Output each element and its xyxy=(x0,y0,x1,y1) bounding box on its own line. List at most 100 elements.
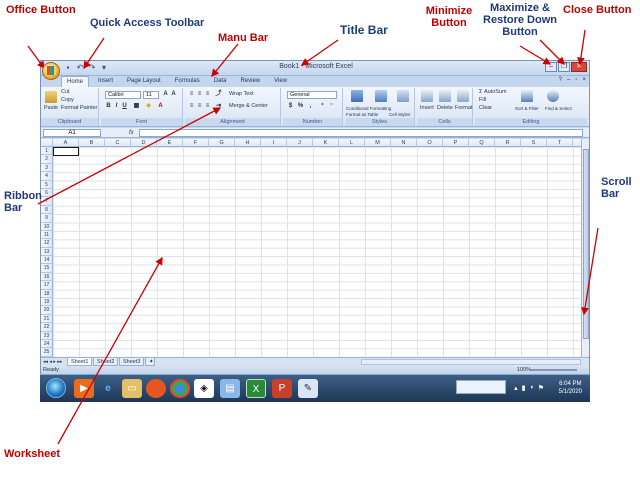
row-header[interactable]: 24 xyxy=(41,339,53,349)
row-header[interactable]: 10 xyxy=(41,222,53,231)
column-header[interactable]: T xyxy=(547,139,573,147)
column-header[interactable]: O xyxy=(417,139,443,147)
indent-icon[interactable]: ⇥ xyxy=(215,103,222,110)
font-size-select[interactable]: 11 xyxy=(143,91,159,99)
workbook-close-icon[interactable]: × xyxy=(582,77,586,83)
underline-icon[interactable]: U xyxy=(121,103,128,110)
delete-cells-icon[interactable] xyxy=(439,90,451,102)
save-icon[interactable]: ▪ xyxy=(63,63,73,73)
shrink-font-icon[interactable]: A xyxy=(170,91,177,98)
row-header[interactable]: 8 xyxy=(41,205,53,215)
row-header[interactable]: 11 xyxy=(41,230,53,240)
row-header[interactable]: 5 xyxy=(41,180,53,189)
cells-area[interactable] xyxy=(53,147,581,357)
media-player-icon[interactable]: ▶ xyxy=(74,379,94,398)
align-right-icon[interactable]: ≡ xyxy=(204,103,211,110)
column-header[interactable]: A xyxy=(53,139,79,147)
cut-button[interactable]: Cut xyxy=(61,89,70,96)
window-app-icon[interactable]: ▤ xyxy=(220,379,240,398)
worksheet-grid[interactable]: ABCDEFGHIJKLMNOPQRSTU 123456789101112131… xyxy=(41,139,581,357)
chrome-icon[interactable] xyxy=(170,379,190,398)
number-format-select[interactable]: General xyxy=(287,91,337,99)
undo-icon[interactable]: ↶ xyxy=(75,63,85,73)
insert-cells-icon[interactable] xyxy=(421,90,433,102)
tab-data[interactable]: Data xyxy=(209,76,232,87)
tab-formulas[interactable]: Formulas xyxy=(170,76,205,87)
row-header[interactable]: 2 xyxy=(41,155,53,164)
find-select-icon[interactable] xyxy=(547,90,559,102)
row-header[interactable]: 3 xyxy=(41,163,53,173)
cell-styles-button[interactable]: Cell Styles xyxy=(389,111,410,118)
column-header[interactable]: U xyxy=(573,139,581,147)
find-select-button[interactable]: Find & Select xyxy=(545,105,572,112)
font-color-icon[interactable]: A xyxy=(157,103,164,110)
clear-button[interactable]: Clear xyxy=(479,105,492,112)
increase-decimal-icon[interactable]: ⁺ xyxy=(319,103,326,110)
column-header[interactable]: R xyxy=(495,139,521,147)
row-header[interactable]: 20 xyxy=(41,306,53,315)
restore-button[interactable]: ❐ xyxy=(558,62,570,72)
column-header[interactable]: P xyxy=(443,139,469,147)
volume-icon[interactable]: ◖ xyxy=(529,384,533,392)
row-header[interactable]: 9 xyxy=(41,214,53,223)
row-header[interactable]: 21 xyxy=(41,314,53,324)
format-cells-icon[interactable] xyxy=(457,90,469,102)
column-header[interactable]: S xyxy=(521,139,547,147)
firefox-icon[interactable] xyxy=(146,379,166,398)
row-header[interactable]: 22 xyxy=(41,323,53,332)
percent-icon[interactable]: % xyxy=(297,103,304,110)
row-header[interactable]: 18 xyxy=(41,289,53,299)
decrease-decimal-icon[interactable]: ⁻ xyxy=(328,103,335,110)
tab-view[interactable]: View xyxy=(269,76,292,87)
flag-icon[interactable]: ⚑ xyxy=(538,384,544,392)
file-explorer-icon[interactable]: ▭ xyxy=(122,379,142,398)
cell-styles-icon[interactable] xyxy=(397,90,409,102)
column-header[interactable]: F xyxy=(183,139,209,147)
format-button[interactable]: Format xyxy=(455,105,472,112)
column-header[interactable]: Q xyxy=(469,139,495,147)
column-header[interactable]: B xyxy=(79,139,105,147)
internet-explorer-icon[interactable]: e xyxy=(98,379,118,398)
row-header[interactable]: 23 xyxy=(41,331,53,340)
column-header[interactable]: M xyxy=(365,139,391,147)
zoom-slider[interactable] xyxy=(531,369,577,371)
column-header[interactable]: L xyxy=(339,139,365,147)
start-button[interactable] xyxy=(46,378,66,398)
scroll-thumb[interactable] xyxy=(583,149,589,339)
format-painter-button[interactable]: Format Painter xyxy=(61,105,97,112)
column-header[interactable]: K xyxy=(313,139,339,147)
currency-icon[interactable]: $ xyxy=(287,103,294,110)
row-header[interactable]: 15 xyxy=(41,264,53,273)
column-header[interactable]: J xyxy=(287,139,313,147)
workbook-restore-icon[interactable]: ▫ xyxy=(575,77,577,83)
excel-icon[interactable]: X xyxy=(246,379,266,398)
row-header[interactable]: 12 xyxy=(41,239,53,248)
minimize-button[interactable]: – xyxy=(545,62,557,72)
tab-insert[interactable]: Insert xyxy=(93,76,118,87)
new-sheet-icon[interactable]: ✦ xyxy=(145,358,155,366)
border-icon[interactable]: ▦ xyxy=(133,103,140,110)
help-icon[interactable]: ? xyxy=(559,77,562,83)
tab-sheet1[interactable]: Sheet1 xyxy=(67,358,93,366)
column-header[interactable]: G xyxy=(209,139,235,147)
column-header[interactable]: H xyxy=(235,139,261,147)
column-header[interactable]: N xyxy=(391,139,417,147)
row-header[interactable]: 7 xyxy=(41,197,53,206)
paint-icon[interactable]: ✎ xyxy=(298,379,318,398)
taskbar-clock[interactable]: 6:04 PM 5/1/2020 xyxy=(559,380,582,396)
row-header[interactable]: 19 xyxy=(41,298,53,307)
copy-button[interactable]: Copy xyxy=(61,97,74,104)
wrap-text-button[interactable]: Wrap Text xyxy=(229,91,254,98)
align-middle-icon[interactable]: ≡ xyxy=(196,91,203,98)
orientation-icon[interactable]: ⤴ xyxy=(215,91,222,98)
row-header[interactable]: 25 xyxy=(41,348,53,357)
formula-input[interactable] xyxy=(139,129,583,137)
tab-sheet3[interactable]: Sheet3 xyxy=(119,358,145,366)
align-top-icon[interactable]: ≡ xyxy=(188,91,195,98)
tab-sheet2[interactable]: Sheet2 xyxy=(93,358,119,366)
italic-icon[interactable]: I xyxy=(113,103,120,110)
powerpoint-icon[interactable]: P xyxy=(272,379,292,398)
conditional-formatting-icon[interactable] xyxy=(351,90,363,102)
horizontal-scrollbar[interactable] xyxy=(361,359,581,365)
paste-button[interactable]: Paste xyxy=(44,105,58,112)
